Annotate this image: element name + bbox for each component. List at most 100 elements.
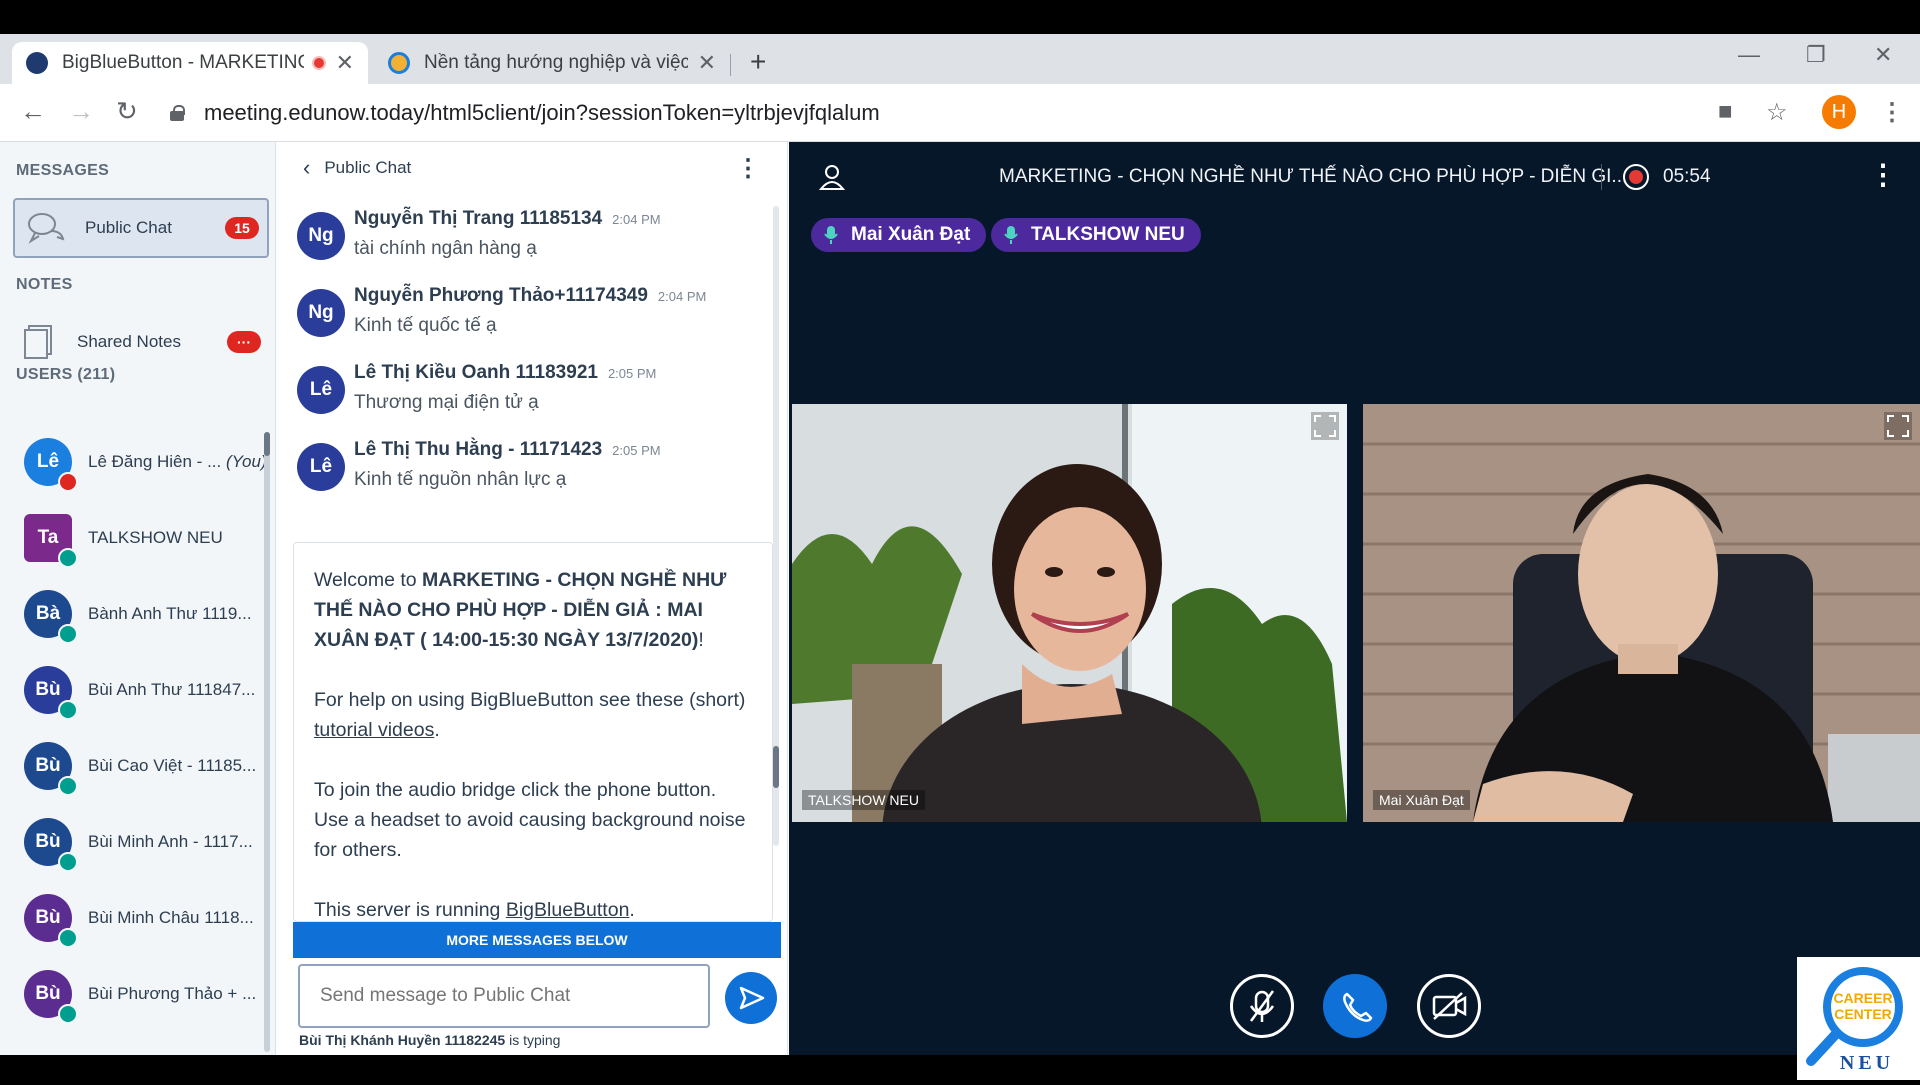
send-icon (739, 986, 765, 1010)
chat-bubbles-icon (28, 213, 65, 244)
audio-help-line: To join the audio bridge click the phone… (314, 779, 746, 861)
user-item[interactable]: Bù Bùi Cao Việt - 11185... (0, 728, 268, 804)
close-tab-icon[interactable]: ✕ (336, 50, 354, 76)
bigbluebutton-app: MESSAGES Public Chat 15 NOTES Shared Not… (0, 142, 1920, 1055)
site-favicon-icon (388, 52, 410, 74)
tab-bigbluebutton[interactable]: BigBlueButton - MARKETING - CHỌN NGHỀ NH… (12, 42, 368, 84)
mute-microphone-button[interactable] (1230, 974, 1294, 1038)
fullscreen-icon[interactable] (1311, 412, 1339, 440)
welcome-line: Welcome to MARKETING - CHỌN NGHỀ NHƯ THẾ… (314, 569, 727, 651)
messages-section-title: MESSAGES (16, 162, 110, 179)
user-item[interactable]: Ta TALKSHOW NEU (0, 500, 268, 576)
microphone-icon (824, 226, 838, 244)
user-list-scrollbar[interactable] (264, 432, 270, 1052)
headset-icon (58, 700, 78, 720)
video-tile-talkshow[interactable]: TALKSHOW NEU (792, 404, 1347, 822)
public-chat-label: Public Chat (85, 218, 172, 237)
message-time: 2:04 PM (612, 212, 661, 227)
forward-icon[interactable]: → (68, 96, 94, 127)
close-tab-icon[interactable]: ✕ (698, 50, 716, 76)
user-list-sidebar: MESSAGES Public Chat 15 NOTES Shared Not… (0, 142, 276, 1055)
sender-name: Lê Thị Kiều Oanh 11183921 2:05 PM (354, 362, 657, 383)
share-webcam-button[interactable] (1417, 974, 1481, 1038)
bigbluebutton-link[interactable]: BigBlueButton (506, 899, 630, 921)
user-name: Bùi Minh Châu 1118... (88, 908, 254, 927)
chat-header: ‹ Public Chat ⋮ (277, 142, 788, 194)
back-icon[interactable]: ← (20, 96, 46, 127)
camera-icon[interactable]: ■ (1718, 98, 1733, 126)
notes-section-title: NOTES (16, 276, 73, 293)
chat-options-icon[interactable]: ⋮ (736, 154, 760, 183)
user-item[interactable]: Bù Bùi Minh Anh - 1117... (0, 804, 268, 880)
career-center-neu-logo: CAREER CENTER NEU (1797, 957, 1920, 1080)
server-line: This server is running BigBlueButton. (314, 899, 635, 921)
recording-indicator-icon[interactable] (1623, 164, 1649, 190)
send-message-button[interactable] (725, 972, 777, 1024)
chat-message-input[interactable] (298, 964, 710, 1028)
headset-icon (58, 852, 78, 872)
headset-icon (58, 1004, 78, 1024)
message-time: 2:05 PM (612, 443, 661, 458)
bookmark-star-icon[interactable]: ☆ (1766, 98, 1788, 127)
minimize-icon[interactable]: — (1738, 42, 1760, 68)
tab-bar: BigBlueButton - MARKETING - CHỌN NGHỀ NH… (0, 34, 1920, 84)
user-list-toggle-icon[interactable] (819, 164, 845, 190)
user-name: Bùi Phương Thảo + ... (88, 984, 257, 1003)
bigbluebutton-favicon-icon (26, 52, 48, 74)
users-list: Lê Lê Đăng Hiên - ... (You) Ta TALKSHOW … (0, 424, 268, 1032)
fullscreen-icon[interactable] (1884, 412, 1912, 440)
browser-menu-icon[interactable]: ⋮ (1880, 98, 1904, 127)
message-time: 2:05 PM (607, 366, 657, 381)
leave-audio-button[interactable] (1323, 974, 1387, 1038)
sender-name: Lê Thị Thu Hằng - 11171423 2:05 PM (354, 439, 661, 460)
avatar: Bù (24, 666, 78, 720)
recording-icon (311, 56, 326, 70)
options-menu-icon[interactable]: ⋮ (1869, 158, 1897, 191)
avatar: Ng (297, 212, 345, 260)
reload-icon[interactable]: ↻ (116, 96, 138, 127)
user-name: Bành Anh Thư 1119... (88, 604, 252, 623)
welcome-message: Welcome to MARKETING - CHỌN NGHỀ NHƯ THẾ… (293, 542, 773, 922)
user-item[interactable]: Lê Lê Đăng Hiên - ... (You) (0, 424, 268, 500)
profile-avatar[interactable]: H (1822, 95, 1856, 129)
headset-icon (58, 776, 78, 796)
video-tile-presenter[interactable]: Mai Xuân Đạt (1363, 404, 1920, 822)
public-chat-item[interactable]: Public Chat 15 (13, 198, 269, 258)
user-item[interactable]: Bù Bùi Phương Thảo + ... (0, 956, 268, 1032)
typing-indicator: Bùi Thị Khánh Huyền 11182245 is typing (299, 1032, 561, 1048)
avatar: Bù (24, 742, 78, 796)
avatar: Lê (24, 438, 78, 492)
browser-window: BigBlueButton - MARKETING - CHỌN NGHỀ NH… (0, 34, 1920, 1055)
sender-name: Nguyễn Thị Trang 11185134 2:04 PM (354, 208, 661, 229)
logo-text-center: CENTER (1834, 1006, 1892, 1022)
talking-indicator[interactable]: TALKSHOW NEU (991, 218, 1201, 252)
tab-title: BigBlueButton - MARKETING - CHỌN NGHỀ NH… (62, 52, 304, 73)
headset-icon (58, 928, 78, 948)
message-time: 2:04 PM (657, 289, 707, 304)
talking-indicator[interactable]: Mai Xuân Đạt (811, 218, 987, 252)
tutorial-videos-link[interactable]: tutorial videos (314, 719, 434, 741)
phone-icon (1343, 992, 1373, 1022)
url-field[interactable]: meeting.edunow.today/html5client/join?se… (170, 92, 1730, 134)
shared-notes-item[interactable]: Shared Notes ··· (13, 314, 269, 370)
user-name: Lê Đăng Hiên - ... (You) (88, 452, 267, 471)
chat-scrollbar[interactable] (773, 206, 779, 846)
user-item[interactable]: Bù Bùi Minh Châu 1118... (0, 880, 268, 956)
user-item[interactable]: Bù Bùi Anh Thư 111847... (0, 652, 268, 728)
mic-icon (58, 548, 78, 568)
tab-career-platform[interactable]: Nền tảng hướng nghiệp và việc làm ✕ (374, 42, 730, 84)
close-window-icon[interactable]: ✕ (1874, 42, 1892, 68)
chat-title[interactable]: Public Chat (324, 158, 411, 178)
message-list: Ng Nguyễn Thị Trang 11185134 2:04 PM tài … (277, 204, 777, 512)
restore-icon[interactable]: ❐ (1806, 42, 1826, 68)
chevron-left-icon[interactable]: ‹ (303, 155, 310, 181)
user-item[interactable]: Bà Bành Anh Thư 1119... (0, 576, 268, 652)
new-tab-icon[interactable]: + (750, 46, 766, 78)
video-off-icon (1432, 992, 1467, 1020)
video-label: Mai Xuân Đạt (1373, 790, 1470, 810)
muted-mic-icon (58, 472, 78, 492)
user-name: Bùi Anh Thư 111847... (88, 680, 256, 699)
address-bar: ← → ↻ meeting.edunow.today/html5client/j… (0, 84, 1920, 142)
more-messages-below-button[interactable]: MORE MESSAGES BELOW (293, 922, 781, 958)
message-text: Thương mại điện tử ạ (354, 392, 539, 413)
